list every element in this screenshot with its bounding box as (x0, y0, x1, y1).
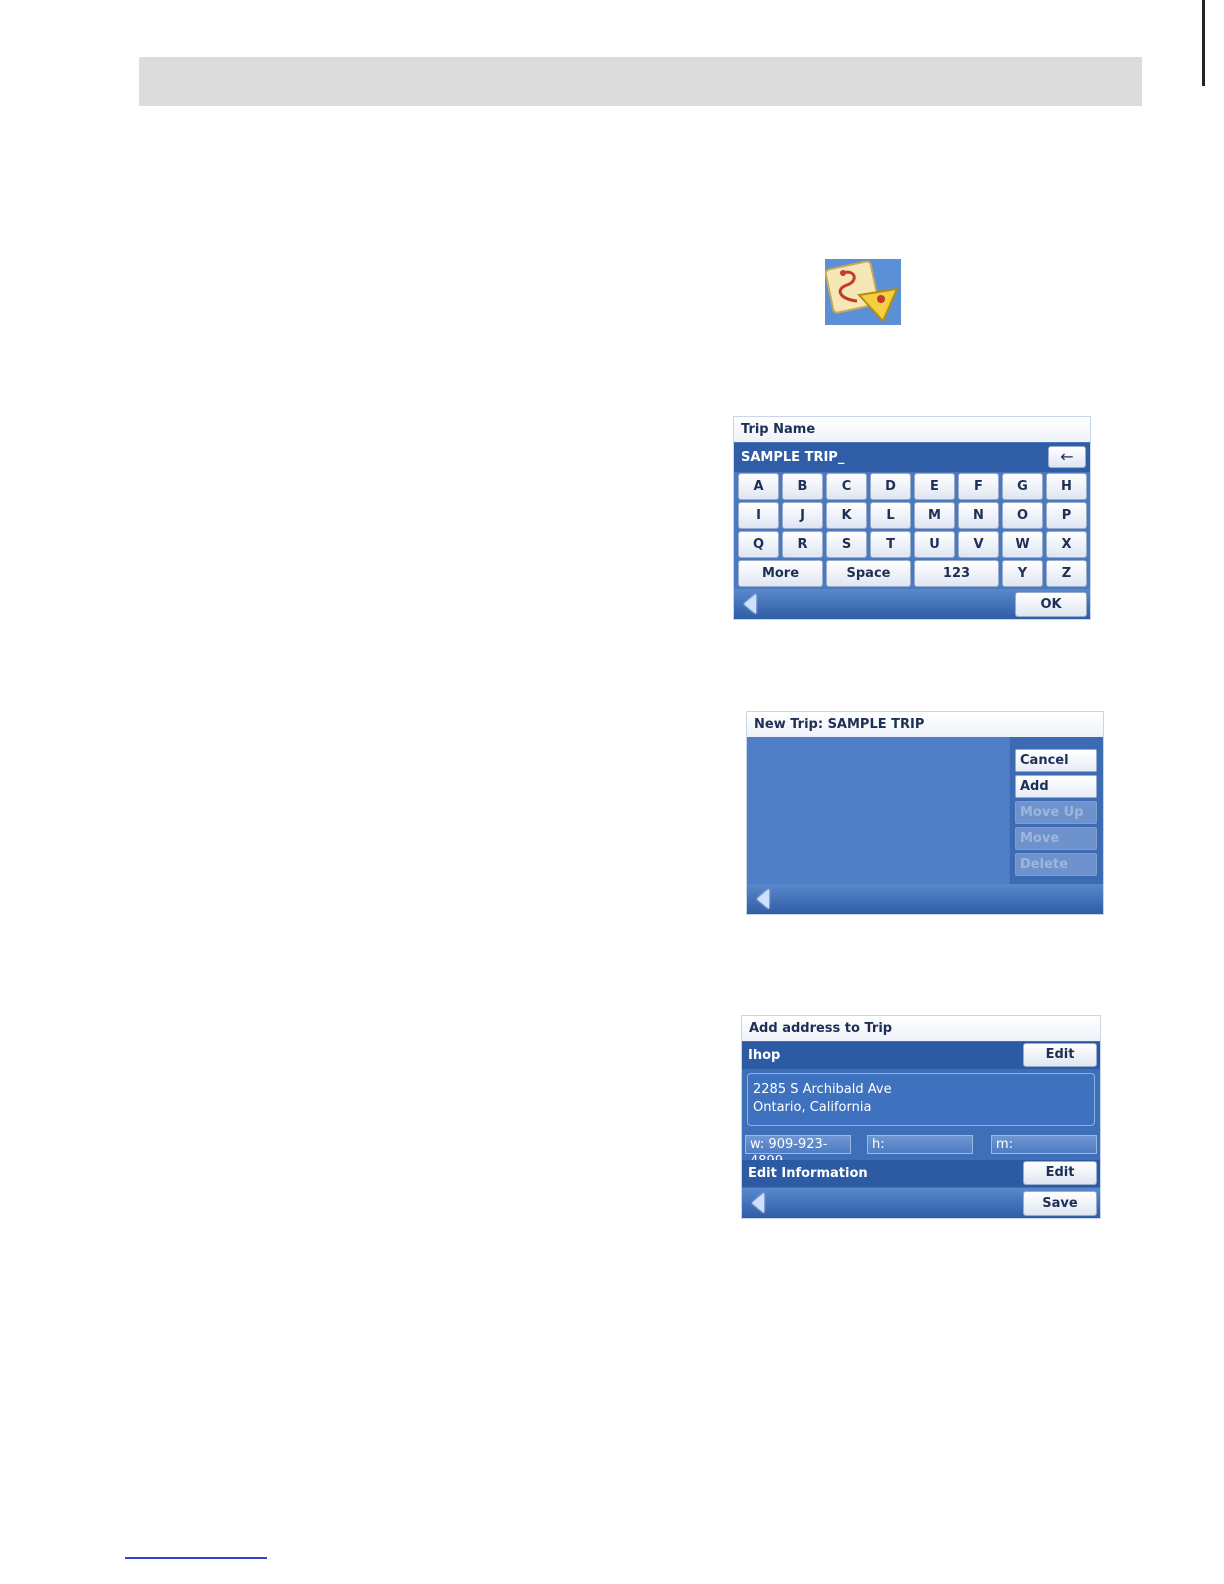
page-header-bar (139, 57, 1142, 106)
add-button[interactable]: Add (1015, 775, 1097, 798)
move-down-button[interactable]: Move Down (1015, 827, 1097, 867)
place-name: Ihop (748, 1048, 781, 1063)
key-m[interactable]: M (914, 502, 955, 529)
key-c[interactable]: C (826, 473, 867, 500)
footer-link-underline (125, 1557, 267, 1559)
nav-bar: OK (734, 589, 1090, 619)
action-panel: Cancel Add Move Up Move Down Delete (1010, 737, 1103, 884)
key-v[interactable]: V (958, 531, 999, 558)
key-o[interactable]: O (1002, 502, 1043, 529)
numbers-key[interactable]: 123 (914, 560, 999, 587)
key-a[interactable]: A (738, 473, 779, 500)
key-l[interactable]: L (870, 502, 911, 529)
edit-information-label: Edit Information (748, 1166, 868, 1181)
key-r[interactable]: R (782, 531, 823, 558)
place-name-row: Ihop Edit (742, 1042, 1100, 1069)
more-key[interactable]: More (738, 560, 823, 587)
backspace-button[interactable]: ← (1048, 446, 1086, 468)
address-line-1: 2285 S Archibald Ave (753, 1082, 892, 1097)
key-x[interactable]: X (1046, 531, 1087, 558)
key-b[interactable]: B (782, 473, 823, 500)
address-box: 2285 S Archibald Ave Ontario, California (747, 1073, 1095, 1126)
mobile-phone-field[interactable]: m: (991, 1135, 1097, 1154)
key-n[interactable]: N (958, 502, 999, 529)
key-i[interactable]: I (738, 502, 779, 529)
key-h[interactable]: H (1046, 473, 1087, 500)
key-y[interactable]: Y (1002, 560, 1043, 587)
cancel-button[interactable]: Cancel (1015, 749, 1097, 772)
key-z[interactable]: Z (1046, 560, 1087, 587)
key-w[interactable]: W (1002, 531, 1043, 558)
page-edge-rule (1202, 0, 1205, 86)
key-p[interactable]: P (1046, 502, 1087, 529)
edit-name-button[interactable]: Edit (1023, 1043, 1097, 1067)
work-phone-field[interactable]: w: 909-923-4899 (745, 1135, 851, 1169)
nav-bar (747, 884, 1103, 914)
screen-title: Add address to Trip (742, 1016, 1100, 1041)
nav-bar: Save (742, 1188, 1100, 1218)
screen-title: Trip Name (734, 417, 1090, 442)
home-phone-field[interactable]: h: (867, 1135, 973, 1154)
delete-button[interactable]: Delete (1015, 853, 1097, 876)
key-u[interactable]: U (914, 531, 955, 558)
edit-information-row: Edit Information Edit (742, 1160, 1100, 1187)
key-e[interactable]: E (914, 473, 955, 500)
ok-button[interactable]: OK (1015, 592, 1087, 617)
key-k[interactable]: K (826, 502, 867, 529)
add-address-screen: Add address to Trip Ihop Edit 2285 S Arc… (742, 1016, 1100, 1218)
back-arrow-icon[interactable] (757, 889, 769, 909)
key-j[interactable]: J (782, 502, 823, 529)
address-line-2: Ontario, California (753, 1100, 872, 1115)
back-arrow-icon[interactable] (752, 1193, 764, 1213)
key-s[interactable]: S (826, 531, 867, 558)
trip-destination-list[interactable] (747, 737, 1009, 884)
key-g[interactable]: G (1002, 473, 1043, 500)
space-key[interactable]: Space (826, 560, 911, 587)
back-arrow-icon[interactable] (744, 594, 756, 614)
move-up-button[interactable]: Move Up (1015, 801, 1097, 824)
key-q[interactable]: Q (738, 531, 779, 558)
key-t[interactable]: T (870, 531, 911, 558)
screen-title: New Trip: SAMPLE TRIP (747, 712, 1103, 737)
new-trip-screen: New Trip: SAMPLE TRIP Cancel Add Move Up… (747, 712, 1103, 914)
trip-name-screen: Trip Name SAMPLE TRIP_ ← ABCDEFGHIJKLMNO… (734, 417, 1090, 619)
trip-name-input[interactable]: SAMPLE TRIP_ ← (734, 443, 1090, 472)
key-f[interactable]: F (958, 473, 999, 500)
key-d[interactable]: D (870, 473, 911, 500)
edit-info-button[interactable]: Edit (1023, 1161, 1097, 1185)
trip-route-icon (825, 259, 901, 325)
save-button[interactable]: Save (1023, 1191, 1097, 1216)
trip-name-value: SAMPLE TRIP_ (741, 450, 845, 465)
